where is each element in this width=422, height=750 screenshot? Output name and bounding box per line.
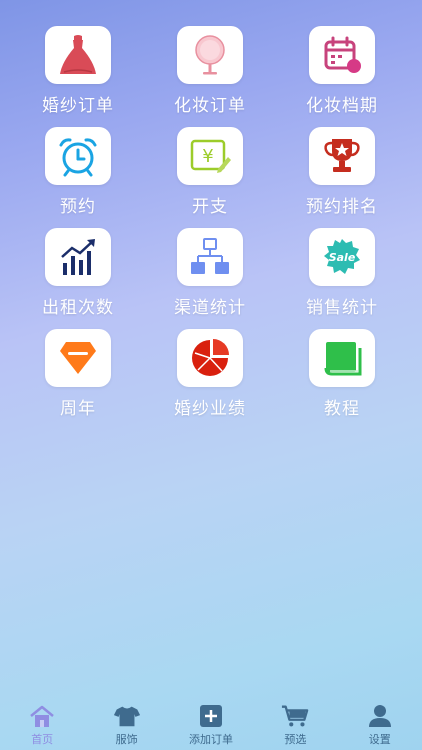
tile-anniversary[interactable]: 周年: [12, 329, 144, 421]
tile-tutorial[interactable]: 教程: [276, 329, 408, 421]
tile-icon-box: [177, 26, 243, 84]
tile-label: 预约: [60, 197, 96, 217]
tile-label: 周年: [60, 399, 96, 419]
tile-expenses[interactable]: ¥ 开支: [144, 127, 276, 219]
tile-icon-box: [45, 228, 111, 286]
tile-wedding-orders[interactable]: 婚纱订单: [12, 26, 144, 118]
home-icon: [30, 705, 54, 727]
bar-chart-icon: [61, 239, 95, 275]
tile-icon-box: [45, 26, 111, 84]
tile-label: 化妆档期: [306, 96, 378, 116]
book-icon: [324, 342, 362, 376]
user-icon: [368, 705, 391, 727]
tile-wedding-performance[interactable]: 婚纱业绩: [144, 329, 276, 421]
tile-icon-box: ¥: [177, 127, 243, 185]
tab-apparel[interactable]: 服饰: [84, 698, 168, 750]
tile-rental-count[interactable]: 出租次数: [12, 228, 144, 320]
tile-icon-box: [177, 329, 243, 387]
tile-icon-box: [45, 127, 111, 185]
pie-chart-icon: [192, 339, 229, 376]
tile-label: 婚纱订单: [42, 96, 114, 116]
tab-label: 首页: [31, 733, 54, 746]
tile-label: 销售统计: [306, 298, 378, 318]
tab-label: 服饰: [115, 733, 138, 746]
calendar-icon: [324, 36, 361, 73]
tab-preselect[interactable]: 预选: [253, 698, 337, 750]
bottom-tab-bar: 首页 服饰 添加订单 预选 设置: [0, 698, 422, 750]
tile-label: 预约排名: [306, 197, 378, 217]
feature-grid: 婚纱订单 化妆订单 化妆档期 预约 ¥ 开支 预约排名 出租次数 渠道统计 Sa…: [12, 26, 410, 421]
tile-sales-stats[interactable]: Sale 销售统计: [276, 228, 408, 320]
wedding-dress-icon: [60, 35, 96, 74]
cart-icon: [282, 705, 309, 727]
sale-badge-icon: Sale: [324, 239, 360, 274]
tab-label: 添加订单: [188, 733, 233, 746]
tile-label: 教程: [324, 399, 360, 419]
tile-makeup-schedule[interactable]: 化妆档期: [276, 26, 408, 118]
alarm-clock-icon: [59, 138, 97, 177]
tile-icon-box: [309, 127, 375, 185]
tab-add-order[interactable]: 添加订单: [169, 698, 253, 750]
tab-label: 预选: [284, 733, 307, 746]
tile-channel-stats[interactable]: 渠道统计: [144, 228, 276, 320]
shirt-icon: [113, 706, 140, 727]
tile-label: 化妆订单: [174, 96, 246, 116]
svg-text:Sale: Sale: [329, 251, 356, 264]
mirror-icon: [195, 35, 225, 75]
tile-label: 婚纱业绩: [174, 399, 246, 419]
add-order-icon: [199, 705, 222, 727]
expense-note-icon: ¥: [190, 139, 231, 173]
tile-appointment-ranking[interactable]: 预约排名: [276, 127, 408, 219]
tab-home[interactable]: 首页: [0, 698, 84, 750]
trophy-icon: [324, 139, 360, 172]
tile-appointments[interactable]: 预约: [12, 127, 144, 219]
svg-text:¥: ¥: [202, 146, 213, 167]
tile-icon-box: [309, 26, 375, 84]
tile-label: 开支: [192, 197, 228, 217]
tile-icon-box: [45, 329, 111, 387]
tile-label: 出租次数: [42, 298, 114, 318]
flowchart-icon: [191, 238, 229, 274]
tile-icon-box: [177, 228, 243, 286]
tab-label: 设置: [368, 733, 391, 746]
tile-label: 渠道统计: [174, 298, 246, 318]
tile-icon-box: Sale: [309, 228, 375, 286]
diamond-icon: [60, 342, 96, 374]
tab-settings[interactable]: 设置: [338, 698, 422, 750]
tile-icon-box: [309, 329, 375, 387]
tile-makeup-orders[interactable]: 化妆订单: [144, 26, 276, 118]
